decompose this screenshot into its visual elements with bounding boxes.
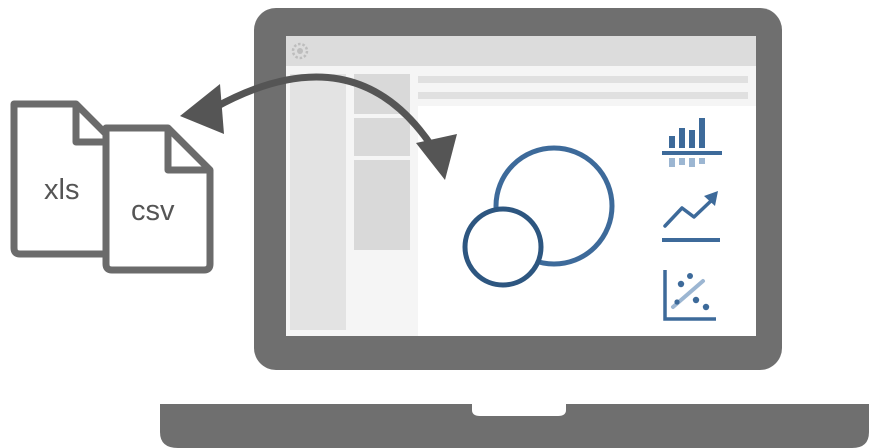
main-canvas (418, 106, 756, 336)
xls-file-label: xls (44, 174, 79, 206)
toolbar-line-2 (418, 92, 748, 99)
csv-file-label: csv (131, 195, 175, 227)
small-circle (462, 206, 544, 288)
list-panel-item-2[interactable] (354, 118, 410, 156)
toolbar-line-1 (418, 76, 748, 83)
illustration-canvas: xls csv (10, 8, 869, 448)
xls-file-icon: xls (10, 100, 118, 258)
csv-file-icon: csv (102, 124, 214, 274)
illustration: xls csv (0, 0, 869, 448)
laptop-notch (472, 404, 566, 416)
title-bar (286, 36, 756, 66)
sidebar (290, 74, 346, 330)
list-panel-item-3[interactable] (354, 160, 410, 250)
